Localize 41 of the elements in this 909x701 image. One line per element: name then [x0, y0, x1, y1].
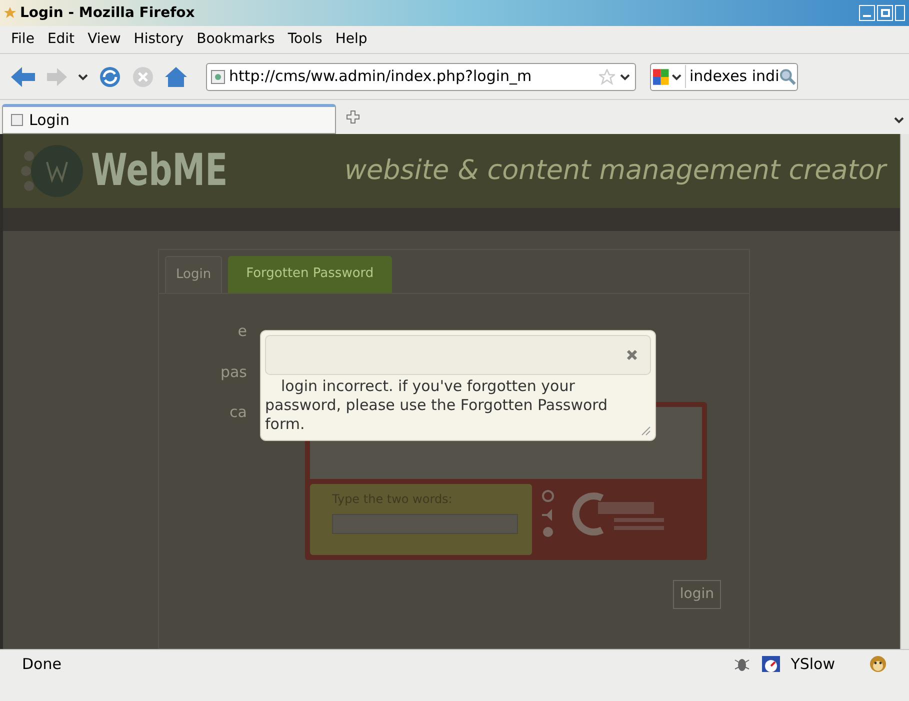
field-label: ca [230, 402, 247, 423]
browser-tab[interactable]: Login [2, 104, 336, 134]
home-icon[interactable] [164, 66, 188, 88]
dropdown-caret-icon[interactable] [78, 72, 88, 80]
tab-list-caret-icon[interactable] [893, 116, 905, 124]
search-field[interactable]: indexes indi [650, 62, 798, 90]
dropdown-caret-icon[interactable] [619, 72, 631, 80]
menu-item[interactable]: Edit [41, 29, 81, 50]
maximize-button[interactable] [877, 5, 893, 21]
yslow-label[interactable]: YSlow [790, 652, 835, 676]
minimize-button[interactable] [859, 5, 875, 21]
captcha-input-field[interactable] [332, 514, 518, 534]
monkey-face-icon[interactable] [869, 655, 887, 673]
back-arrow-icon[interactable] [10, 66, 36, 88]
menu-item[interactable]: Help [329, 29, 374, 50]
dialog-message: login incorrect. if you've forgotten your password, please use the Forgotten Password form. [265, 376, 609, 434]
menu-item[interactable]: History [128, 29, 190, 50]
page-icon [211, 70, 225, 84]
close-icon[interactable] [626, 349, 638, 361]
close-button[interactable] [895, 5, 905, 21]
star-icon [4, 7, 16, 19]
new-tab-icon[interactable] [346, 110, 360, 124]
status-text: Done [22, 654, 62, 675]
menu-item[interactable]: File [5, 29, 40, 50]
menu-item[interactable]: View [82, 29, 127, 50]
panel-tab[interactable]: Forgotten Password [228, 256, 392, 292]
field-label: e [238, 321, 247, 342]
gauge-icon[interactable] [760, 655, 781, 673]
search-icon[interactable] [779, 68, 797, 86]
logo-text: WebME [91, 144, 228, 198]
reload-icon[interactable] [98, 64, 122, 88]
tagline: website & content management creator [344, 154, 886, 188]
address-bar[interactable]: http://cms/ww.admin/index.php?login_m [206, 62, 636, 90]
menu-item[interactable]: Bookmarks [190, 29, 281, 50]
star-outline-icon[interactable] [599, 68, 615, 84]
window-title: Login - Mozilla Firefox [20, 4, 195, 22]
resize-grip-icon[interactable] [639, 424, 651, 436]
page-icon [11, 114, 23, 126]
field-label: pas [220, 362, 247, 382]
scrollbar[interactable] [900, 134, 909, 649]
menu-item[interactable]: Tools [282, 29, 328, 50]
